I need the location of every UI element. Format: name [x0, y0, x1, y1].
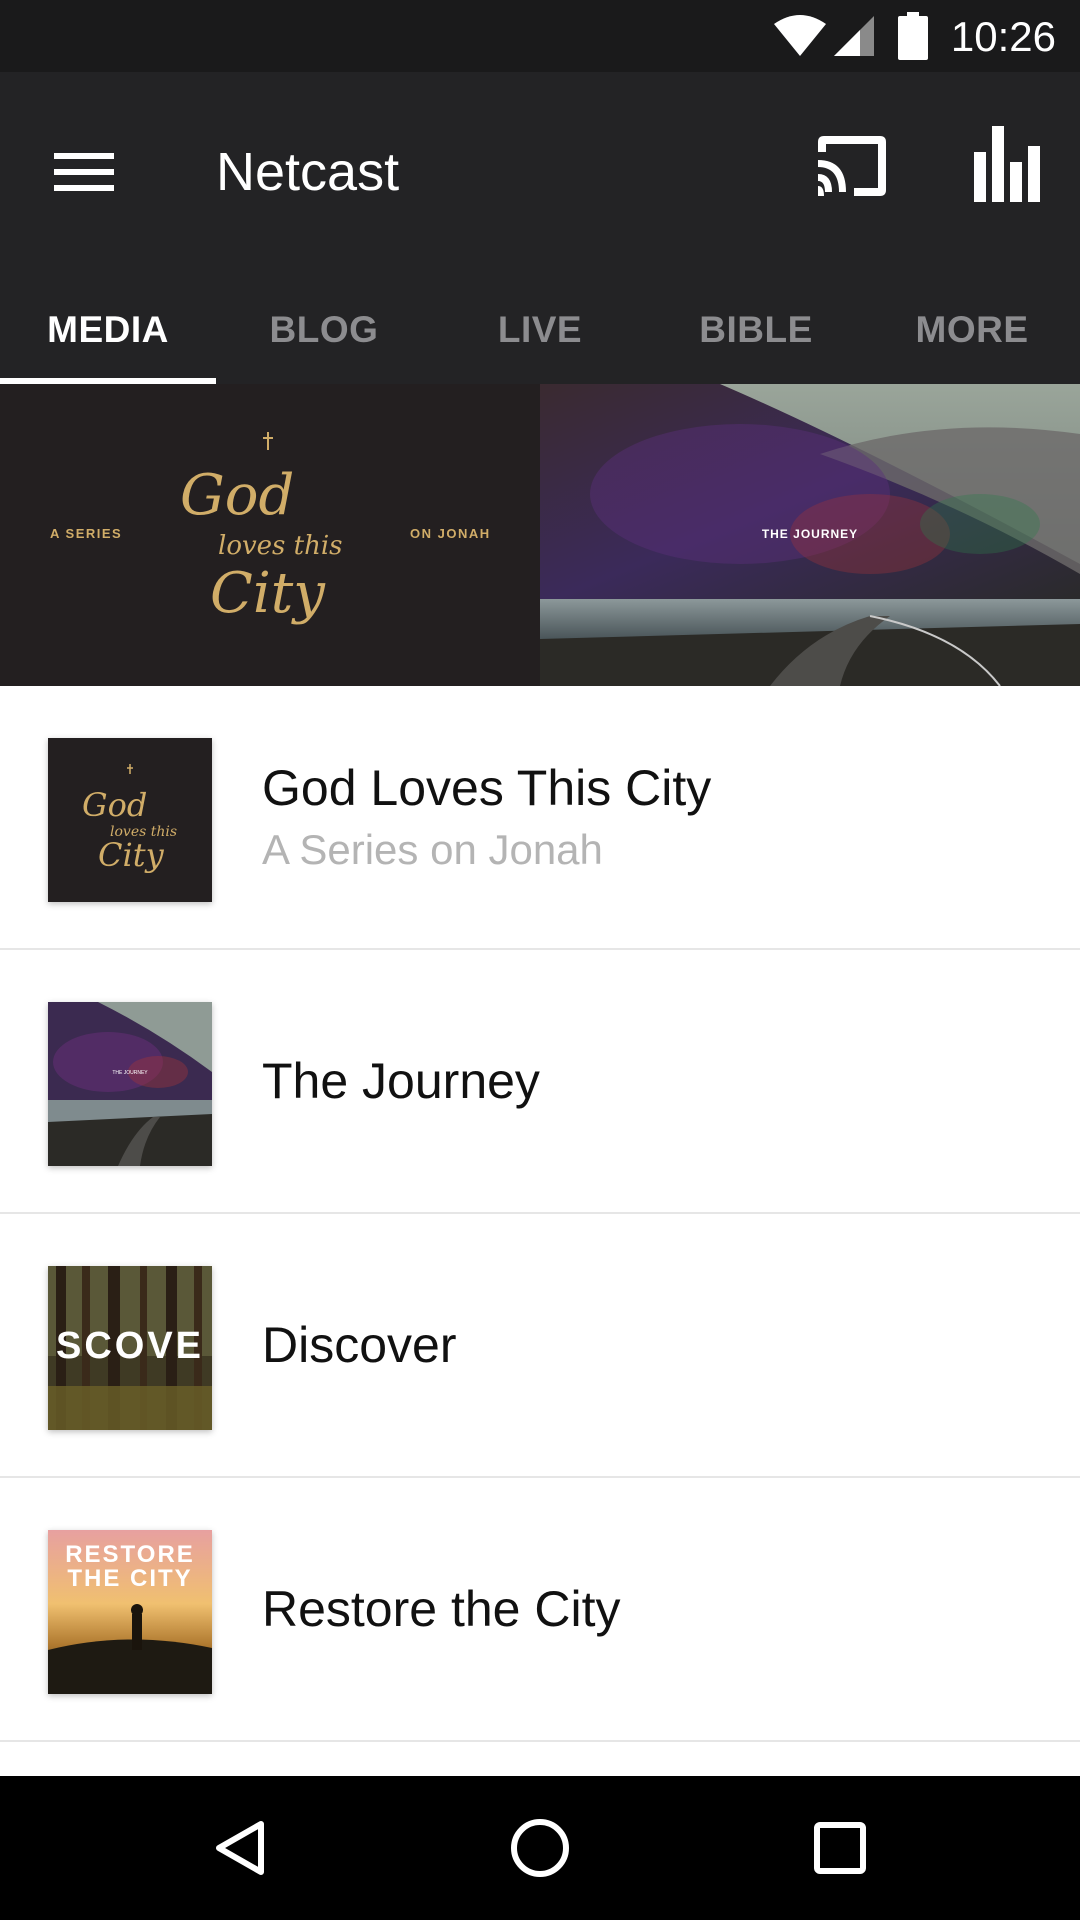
- wifi-icon: [774, 15, 826, 56]
- app-bar: Netcast MEDIA BLOG LIVE BIBLE MORE: [0, 72, 1080, 384]
- list-item-title: Discover: [262, 1317, 457, 1373]
- banner-script-city: City: [210, 561, 326, 626]
- status-bar: 10:26: [0, 0, 1080, 72]
- banner-right-label: ON JONAH: [410, 526, 491, 541]
- cast-icon[interactable]: [810, 124, 894, 208]
- list-item-text: Discover: [262, 1214, 456, 1476]
- cell-signal-icon: [834, 16, 874, 56]
- tab-bible[interactable]: BIBLE: [648, 276, 864, 384]
- thumb-restore-line2: THE CITY: [67, 1565, 192, 1592]
- thumb-discover-label: SCOVE: [56, 1325, 204, 1367]
- home-button[interactable]: [490, 1798, 590, 1898]
- recents-button[interactable]: [790, 1798, 890, 1898]
- app-title: Netcast: [216, 142, 400, 202]
- list-item-text: God Loves This City A Series on Jonah: [262, 686, 711, 948]
- menu-icon: [54, 143, 114, 201]
- list-item[interactable]: THE JOURNEY The Journey: [0, 950, 1080, 1214]
- list-item[interactable]: SCOVE Discover: [0, 1214, 1080, 1478]
- series-thumbnail: THE JOURNEY: [48, 1002, 212, 1166]
- list-item[interactable]: God loves this City God Loves This City …: [0, 686, 1080, 950]
- series-thumbnail: God loves this City: [48, 738, 212, 902]
- banner-script-loves: loves this: [218, 531, 343, 561]
- thumb-script-god: God: [82, 786, 147, 824]
- list-item-text: The Journey: [262, 950, 540, 1212]
- banner-god-loves-this-city[interactable]: A SERIES ON JONAH God loves this City: [0, 384, 540, 686]
- tab-media[interactable]: MEDIA: [0, 276, 216, 384]
- status-time: 10:26: [950, 13, 1056, 60]
- series-thumbnail: SCOVE: [48, 1266, 212, 1430]
- thumb-journey-label: THE JOURNEY: [112, 1070, 148, 1076]
- list-item-title: The Journey: [262, 1053, 540, 1109]
- banner-journey-label: THE JOURNEY: [762, 527, 858, 541]
- thumb-script-city: City: [98, 836, 165, 874]
- list-item[interactable]: RESTORE THE CITY Restore the City: [0, 1478, 1080, 1742]
- system-nav-bar: [0, 1776, 1080, 1920]
- tab-bar: MEDIA BLOG LIVE BIBLE MORE: [0, 276, 1080, 384]
- banner-left-label: A SERIES: [50, 526, 122, 541]
- list-item-title: God Loves This City: [262, 760, 712, 816]
- home-icon: [511, 1819, 569, 1877]
- banner-the-journey[interactable]: THE JOURNEY: [540, 384, 1080, 686]
- menu-button[interactable]: [40, 128, 128, 216]
- back-button[interactable]: [191, 1798, 291, 1898]
- recents-icon: [814, 1822, 866, 1874]
- list-item-title: Restore the City: [262, 1581, 621, 1637]
- banner-left-art: A SERIES ON JONAH God loves this City: [50, 432, 491, 626]
- list-item-text: Restore the City: [262, 1478, 620, 1740]
- list-item-subtitle: A Series on Jonah: [262, 826, 603, 873]
- tab-blog[interactable]: BLOG: [216, 276, 432, 384]
- back-icon: [216, 1821, 264, 1875]
- battery-icon: [898, 12, 928, 60]
- featured-banner: A SERIES ON JONAH God loves this City TH…: [0, 384, 1080, 686]
- banner-right-art: THE JOURNEY: [540, 384, 1080, 686]
- thumb-restore-line1: RESTORE: [65, 1541, 195, 1568]
- tab-live[interactable]: LIVE: [432, 276, 648, 384]
- tab-more[interactable]: MORE: [864, 276, 1080, 384]
- stats-icon[interactable]: [964, 122, 1048, 206]
- banner-script-god: God: [180, 463, 294, 528]
- screen: 10:26 Netcast MEDIA BLOG LIVE BIBLE MORE: [0, 0, 1080, 1920]
- series-list: God loves this City God Loves This City …: [0, 686, 1080, 1742]
- series-thumbnail: RESTORE THE CITY: [48, 1530, 212, 1694]
